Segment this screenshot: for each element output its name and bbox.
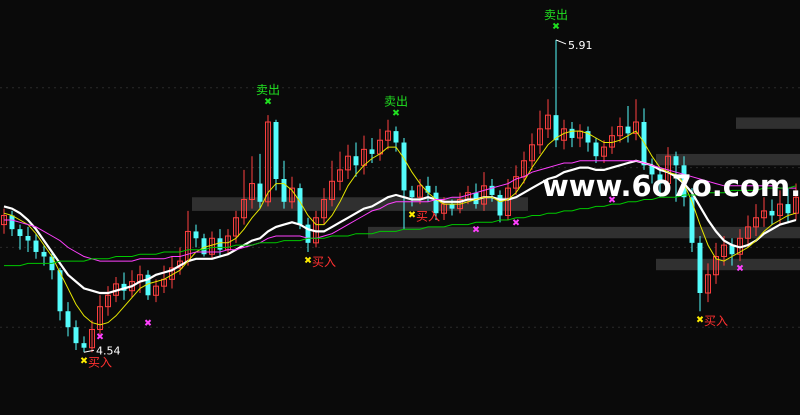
buy-marker	[696, 316, 704, 323]
chart-canvas: 买入买入买入买入卖出卖出卖出5.914.54 www.6o7o.com.	[0, 8, 800, 369]
candle-body-down	[33, 240, 39, 252]
candle-body-down	[41, 251, 47, 257]
buy-marker	[80, 357, 88, 364]
candle-body-down	[217, 238, 223, 250]
sell-label: 卖出	[256, 83, 280, 97]
watermark: www.6o7o.com.	[542, 169, 800, 203]
pink-marker	[96, 333, 104, 340]
pink-marker	[512, 219, 520, 226]
candle-body-down	[73, 327, 79, 344]
candle-body-down	[25, 236, 31, 241]
buy-label: 买入	[704, 314, 728, 328]
candle-body-down	[281, 179, 287, 202]
sell-label: 卖出	[384, 95, 408, 109]
candle-body-down	[769, 210, 775, 216]
candle-body-down	[353, 156, 359, 166]
candle-body-down	[401, 142, 407, 191]
candle-body-down	[17, 229, 23, 236]
candle-body-down	[193, 231, 199, 239]
candle-body-down	[673, 156, 679, 166]
candle-body-down	[273, 122, 279, 179]
band-zone	[656, 258, 800, 271]
buy-marker	[408, 211, 416, 218]
candle-body-down	[425, 185, 431, 193]
buy-label: 买入	[88, 355, 112, 369]
pink-marker	[144, 319, 152, 326]
candle-body-down	[593, 142, 599, 157]
candle-body-down	[625, 126, 631, 134]
candle-body-down	[65, 311, 71, 328]
sell-label: 卖出	[544, 8, 568, 22]
candle-body-down	[297, 188, 303, 225]
kline-chart[interactable]: 买入 买入 买入 买入 卖出 卖出 卖出 5.91 4.54 www.6o7o.com.	[0, 0, 800, 415]
low-price-label: 4.54	[96, 344, 121, 357]
buy-label: 买入	[416, 209, 440, 223]
candle-body-down	[393, 131, 399, 143]
candle-body-down	[697, 242, 703, 293]
high-price-label: 5.91	[568, 39, 593, 52]
candle-body-down	[689, 197, 695, 243]
candle-body-down	[257, 183, 263, 202]
sell-marker	[392, 109, 400, 116]
high-pointer	[555, 39, 567, 45]
sell-marker	[264, 97, 272, 105]
candle-body-down	[9, 215, 15, 230]
band-zone	[736, 117, 800, 129]
buy-marker	[304, 256, 312, 264]
candle-body-down	[81, 343, 87, 348]
buy-label: 买入	[312, 255, 336, 269]
candle-body-down	[369, 149, 375, 154]
candle-body-down	[785, 204, 791, 214]
candle-body-down	[449, 204, 455, 209]
candle-body-down	[409, 190, 415, 198]
band-zone	[368, 226, 800, 239]
sell-marker	[552, 22, 560, 30]
candle-body-down	[641, 122, 647, 166]
candle-body-down	[569, 128, 575, 138]
